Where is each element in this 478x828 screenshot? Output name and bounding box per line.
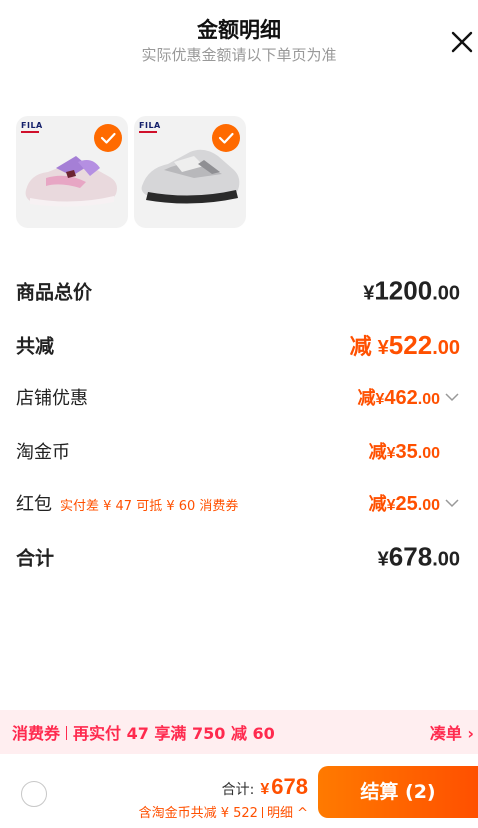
amount-decimal: .00 <box>432 337 460 359</box>
currency-symbol: ¥ <box>260 781 270 798</box>
chevron-down-icon[interactable] <box>444 497 460 509</box>
currency-symbol: ¥ <box>377 337 389 359</box>
total-discount-value: 减 ¥522.00 <box>350 329 460 361</box>
checkout-button[interactable]: 结算 (2) <box>318 766 478 818</box>
promo-message: 再实付 47 享满 750 减 60 <box>73 724 275 743</box>
total-price-label: 商品总价 <box>16 281 93 304</box>
total-price-value: ¥1200.00 <box>363 276 460 307</box>
taojinbi-value: 减¥35.00 <box>369 438 460 464</box>
checkout-footer: 合计: ¥678 含淘金币共减 ¥ 522 明细 ^ 结算 (2) <box>0 754 478 828</box>
footer-discount-text: 含淘金币共减 ¥ 522 <box>138 806 258 821</box>
row-subtotal: 合计 ¥678.00 <box>16 540 460 574</box>
header: 金额明细 实际优惠金额请以下单页为准 <box>0 0 478 80</box>
discount-prefix: 减 <box>368 442 387 462</box>
row-store-discount[interactable]: 店铺优惠 减¥462.00 <box>16 380 460 414</box>
row-red-packet[interactable]: 红包 实付差 ¥ 47 可抵 ¥ 60 消费券 减¥25.00 <box>16 486 460 520</box>
amount-decimal: .00 <box>417 497 440 514</box>
check-icon[interactable] <box>212 124 240 152</box>
product-thumbnails: FILA FILA <box>16 116 246 228</box>
currency-symbol: ¥ <box>377 548 389 571</box>
footer-total-label: 合计: <box>221 782 255 798</box>
discount-prefix: 减 <box>357 388 376 408</box>
footer-discount-detail: 含淘金币共减 ¥ 522 明细 ^ <box>139 802 308 821</box>
footer-total: 合计: ¥678 <box>222 774 308 800</box>
amount-integer: 678 <box>388 541 433 572</box>
amount-decimal: .00 <box>432 282 460 305</box>
add-items-link[interactable]: 凑单 › <box>430 720 474 744</box>
amount-integer: 25 <box>395 493 418 515</box>
product-thumb-2[interactable]: FILA <box>134 116 246 228</box>
coupon-tag: 消费券 <box>12 724 61 743</box>
divider <box>261 807 263 818</box>
product-thumb-1[interactable]: FILA <box>16 116 128 228</box>
amount-integer: 462 <box>384 387 418 409</box>
close-icon[interactable] <box>446 26 478 58</box>
discount-prefix: 减 <box>368 494 387 514</box>
red-packet-label: 红包 实付差 ¥ 47 可抵 ¥ 60 消费券 <box>16 490 238 516</box>
total-discount-label: 共减 <box>16 335 55 358</box>
page-subtitle: 实际优惠金额请以下单页为准 <box>141 46 337 64</box>
select-all-radio[interactable] <box>21 781 47 807</box>
check-icon[interactable] <box>94 124 122 152</box>
subtotal-label: 合计 <box>16 547 55 570</box>
taojinbi-label: 淘金币 <box>16 442 70 463</box>
amount-decimal: .00 <box>432 548 460 571</box>
subtotal-value: ¥678.00 <box>378 542 460 573</box>
store-discount-label: 店铺优惠 <box>16 388 88 409</box>
currency-symbol: ¥ <box>363 282 375 305</box>
currency-symbol: ¥ <box>386 497 396 514</box>
currency-symbol: ¥ <box>386 445 396 462</box>
row-taojinbi: 淘金币 减¥35.00 <box>16 434 460 468</box>
amount-decimal: .00 <box>417 445 440 462</box>
divider <box>66 726 68 740</box>
promo-text: 消费券 再实付 47 享满 750 减 60 <box>12 720 275 744</box>
amount-integer: 35 <box>395 441 418 463</box>
page-title: 金额明细 <box>197 18 281 42</box>
row-total-discount: 共减 减 ¥522.00 <box>16 328 460 362</box>
amount-decimal: .00 <box>417 391 440 408</box>
detail-toggle-link[interactable]: 明细 ^ <box>267 806 308 821</box>
store-discount-value: 减¥462.00 <box>357 384 460 410</box>
currency-symbol: ¥ <box>375 391 385 408</box>
footer-total-value: 678 <box>271 774 308 799</box>
red-packet-value: 减¥25.00 <box>369 490 460 516</box>
amount-integer: 1200 <box>374 275 433 306</box>
coupon-promo-bar[interactable]: 消费券 再实付 47 享满 750 减 60 凑单 › <box>0 710 478 754</box>
red-packet-title: 红包 <box>16 494 52 515</box>
red-packet-note: 实付差 ¥ 47 可抵 ¥ 60 消费券 <box>60 499 239 514</box>
discount-prefix: 减 <box>349 334 372 359</box>
row-total-price: 商品总价 ¥1200.00 <box>16 274 460 308</box>
chevron-down-icon[interactable] <box>444 391 460 403</box>
amount-integer: 522 <box>388 330 433 360</box>
